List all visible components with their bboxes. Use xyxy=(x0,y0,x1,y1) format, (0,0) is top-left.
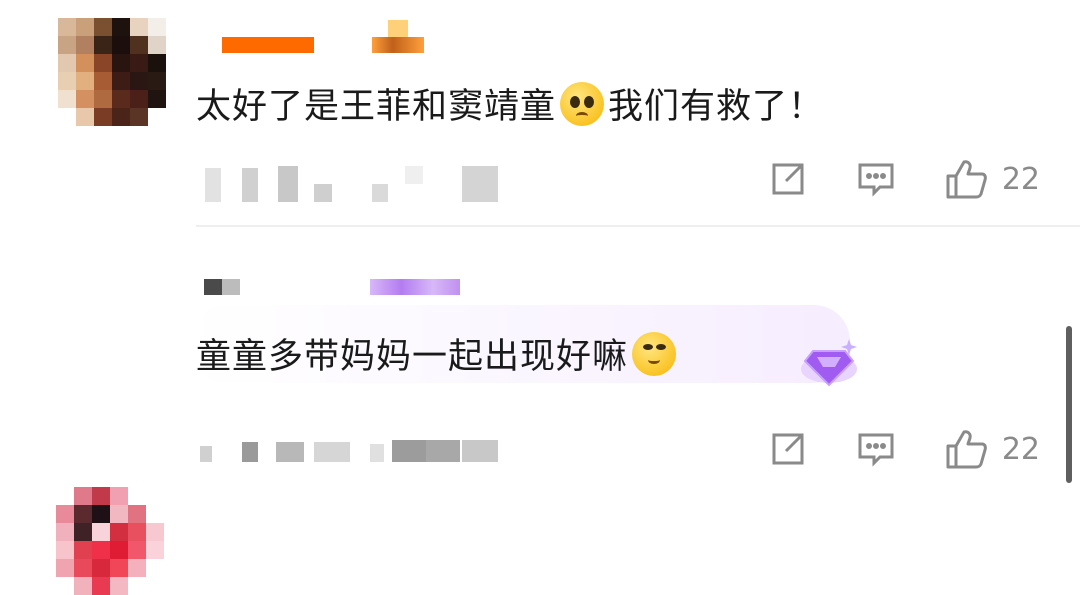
comment-text: 太好了是王菲和窦靖童 我们有救了！ xyxy=(196,78,824,129)
thumbs-up-icon xyxy=(946,160,987,199)
like-count: 22 xyxy=(1001,161,1040,197)
pleading-face-emoji xyxy=(560,82,605,126)
comment-item[interactable]: 童童多带妈妈一起出现好嘛 22 xyxy=(0,228,1080,595)
comment-text-part: 我们有救了！ xyxy=(608,87,825,127)
purple-diamond-badge xyxy=(801,339,857,387)
like-button[interactable]: 22 xyxy=(944,428,1040,470)
like-button[interactable]: 22 xyxy=(944,158,1040,200)
comment-text-part: 童童多带妈妈一起出现好嘛 xyxy=(196,337,629,377)
comment-actions: 22 xyxy=(720,158,1040,200)
reply-button[interactable] xyxy=(856,159,896,199)
scrollbar[interactable] xyxy=(1066,326,1072,483)
thumbs-up-icon xyxy=(946,430,987,469)
hugging-face-emoji xyxy=(632,332,677,376)
avatar[interactable] xyxy=(58,18,166,126)
comment-text: 童童多带妈妈一起出现好嘛 xyxy=(196,328,680,379)
share-icon xyxy=(772,433,804,465)
reply-button[interactable] xyxy=(856,429,896,469)
share-button[interactable] xyxy=(768,429,808,469)
comment-icon xyxy=(858,163,894,197)
comment-text-part: 太好了是王菲和窦靖童 xyxy=(196,87,557,127)
comment-item[interactable]: 太好了是王菲和窦靖童 我们有救了！ 22 xyxy=(0,0,1080,226)
like-count: 22 xyxy=(1001,431,1040,467)
avatar[interactable] xyxy=(56,487,164,595)
share-icon xyxy=(772,163,804,195)
divider xyxy=(196,225,1080,227)
comment-actions: 22 xyxy=(720,428,1040,470)
share-button[interactable] xyxy=(768,159,808,199)
comment-icon xyxy=(858,433,894,467)
